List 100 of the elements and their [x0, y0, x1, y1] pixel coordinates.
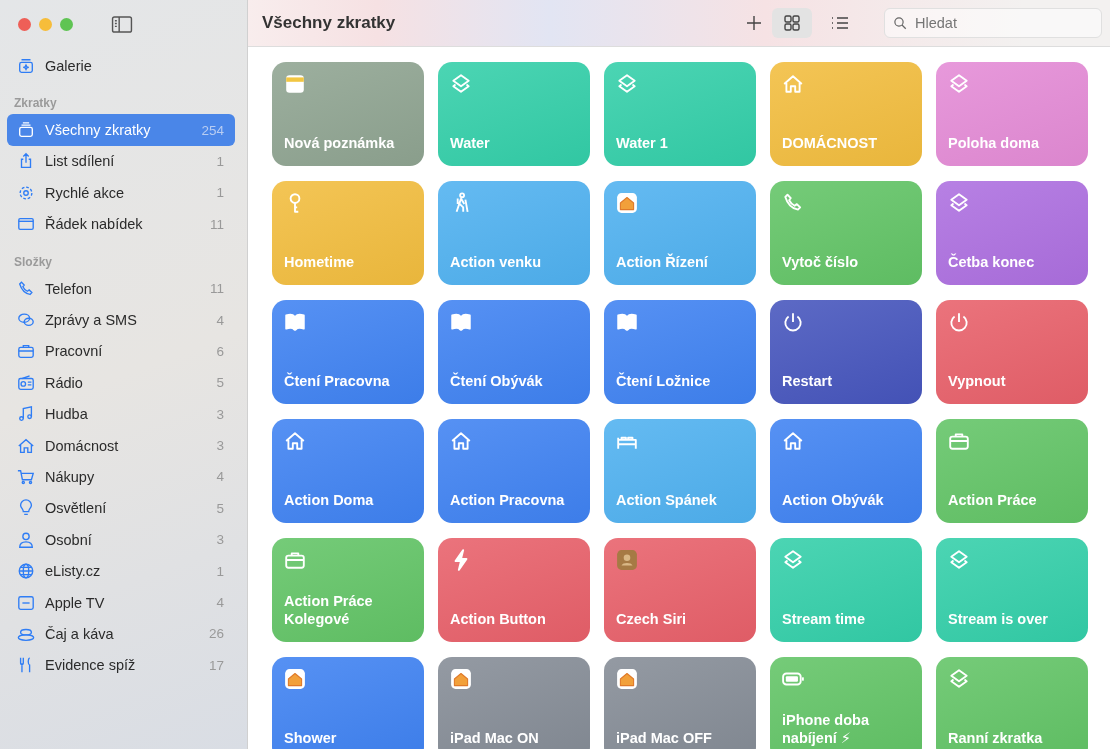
shortcut-tile[interactable]: Action Obývák — [770, 419, 922, 523]
shortcut-tile[interactable]: Shower — [272, 657, 424, 749]
item-count: 3 — [216, 406, 224, 422]
search-field[interactable]: Hledat — [884, 8, 1102, 38]
sidebar-item[interactable]: Nákupy 4 — [7, 461, 235, 493]
tv-icon — [17, 593, 35, 612]
house-icon — [616, 192, 638, 214]
contact-card-icon — [616, 549, 638, 571]
shortcut-tile[interactable]: Poloha doma — [936, 62, 1088, 166]
shortcut-tile[interactable]: Action Doma — [272, 419, 424, 523]
phone-icon — [17, 279, 35, 298]
shortcut-tile[interactable]: iPad Mac ON — [438, 657, 590, 749]
shortcut-tile[interactable]: Vypnout — [936, 300, 1088, 404]
add-icon[interactable] — [744, 13, 764, 33]
house-icon — [284, 668, 306, 690]
item-count: 17 — [208, 657, 224, 673]
item-count: 4 — [216, 469, 224, 485]
item-count: 11 — [210, 281, 224, 297]
sidebar-item[interactable]: Osobní 3 — [7, 524, 235, 556]
book-icon — [616, 311, 638, 333]
shortcut-tile[interactable]: Action Spánek — [604, 419, 756, 523]
page-title: Všechny zkratky — [262, 13, 397, 33]
sidebar-item[interactable]: Hudba 3 — [7, 398, 235, 430]
item-count: 4 — [216, 595, 224, 611]
item-count: 1 — [216, 563, 224, 579]
sidebar-item[interactable]: Osvětlení 5 — [7, 492, 235, 525]
shortcut-tile[interactable]: Stream time — [770, 538, 922, 642]
sidebar-item[interactable]: Zprávy a SMS 4 — [7, 304, 235, 336]
sidebar-item[interactable]: List sdílení 1 — [7, 145, 235, 178]
shortcut-tile[interactable]: Stream is over — [936, 538, 1088, 642]
layers-icon — [450, 73, 472, 95]
shortcut-tile[interactable]: Čtení Ložnice — [604, 300, 756, 404]
house-icon — [450, 430, 472, 452]
sidebar-toggle-icon[interactable] — [111, 15, 133, 33]
shortcut-tile[interactable]: Action Práce Kolegové — [272, 538, 424, 642]
book-icon — [284, 311, 306, 333]
shortcut-tile[interactable]: Action Řízení — [604, 181, 756, 285]
shortcut-tile[interactable]: Action Práce — [936, 419, 1088, 523]
house-icon — [17, 436, 35, 455]
sidebar-item[interactable]: Čaj a káva 26 — [7, 618, 235, 650]
shortcut-tile[interactable]: Action venku — [438, 181, 590, 285]
item-count: 1 — [216, 185, 224, 201]
item-count: 3 — [216, 438, 224, 454]
power-icon — [782, 311, 804, 333]
layers-icon — [948, 73, 970, 95]
briefcase-icon — [948, 430, 970, 452]
lightbulb-icon — [17, 499, 35, 518]
shortcut-tile[interactable]: iPad Mac OFF — [604, 657, 756, 749]
person-icon — [17, 530, 35, 549]
shortcut-tile[interactable]: Water — [438, 62, 590, 166]
layers-icon — [948, 192, 970, 214]
sidebar-item[interactable]: Domácnost 3 — [7, 429, 235, 462]
book-icon — [450, 311, 472, 333]
grid-icon — [782, 13, 802, 33]
shortcut-tile[interactable]: Action Button — [438, 538, 590, 642]
close-button[interactable] — [18, 17, 31, 31]
sidebar-item[interactable]: Telefon 11 — [7, 272, 235, 305]
search-icon — [893, 15, 908, 31]
house-icon — [782, 73, 804, 95]
music-note-icon — [17, 405, 35, 424]
radio-icon — [17, 373, 35, 392]
shortcut-tile[interactable]: Czech Siri — [604, 538, 756, 642]
shortcut-tile[interactable]: Vytoč číslo — [770, 181, 922, 285]
shortcut-tile[interactable]: Čtení Obývák — [438, 300, 590, 404]
search-input[interactable]: Hledat — [913, 14, 1087, 32]
sidebar-item[interactable]: Rychlé akce 1 — [7, 177, 235, 209]
shortcut-tile[interactable]: Water 1 — [604, 62, 756, 166]
shortcut-tile[interactable]: Nová poznámka — [272, 62, 424, 166]
house-icon — [450, 668, 472, 690]
cart-icon — [17, 468, 35, 486]
notepad-icon — [284, 73, 306, 95]
sidebar-item[interactable]: Všechny zkratky 254 — [7, 114, 235, 146]
item-count: 5 — [216, 375, 224, 391]
shortcut-tile[interactable]: iPhone doba nabíjení ⚡ — [770, 657, 922, 749]
briefcase-icon — [17, 342, 35, 361]
item-count: 3 — [216, 532, 224, 548]
sidebar-item[interactable]: Řádek nabídek 11 — [7, 208, 235, 240]
sidebar-item[interactable]: Evidence spíž 17 — [7, 649, 235, 682]
section-heading: Složky — [13, 253, 53, 271]
sidebar-item[interactable]: Rádio 5 — [7, 367, 235, 399]
sidebar-item[interactable]: eListy.cz 1 — [7, 555, 235, 587]
shortcut-tile[interactable]: Restart — [770, 300, 922, 404]
layers-icon — [616, 73, 638, 95]
house-icon — [616, 668, 638, 690]
item-count: 26 — [208, 626, 224, 642]
stack-icon — [17, 121, 35, 140]
sidebar-item[interactable]: Apple TV 4 — [7, 586, 235, 619]
shortcut-tile[interactable]: Ranní zkratka — [936, 657, 1088, 749]
shortcut-tile[interactable]: Action Pracovna — [438, 419, 590, 523]
sidebar-item[interactable]: Pracovní 6 — [7, 335, 235, 368]
globe-icon — [17, 562, 35, 581]
house-icon — [284, 430, 306, 452]
section-heading: Zkratky — [13, 95, 58, 113]
gallery-icon — [17, 56, 35, 75]
shortcut-tile[interactable]: Četba konec — [936, 181, 1088, 285]
layers-icon — [782, 549, 804, 571]
sidebar-item[interactable]: Galerie — [7, 50, 235, 82]
grid-view-button[interactable] — [772, 8, 812, 38]
layers-icon — [948, 668, 970, 690]
shortcut-tile[interactable]: Čtení Pracovna — [272, 300, 424, 404]
